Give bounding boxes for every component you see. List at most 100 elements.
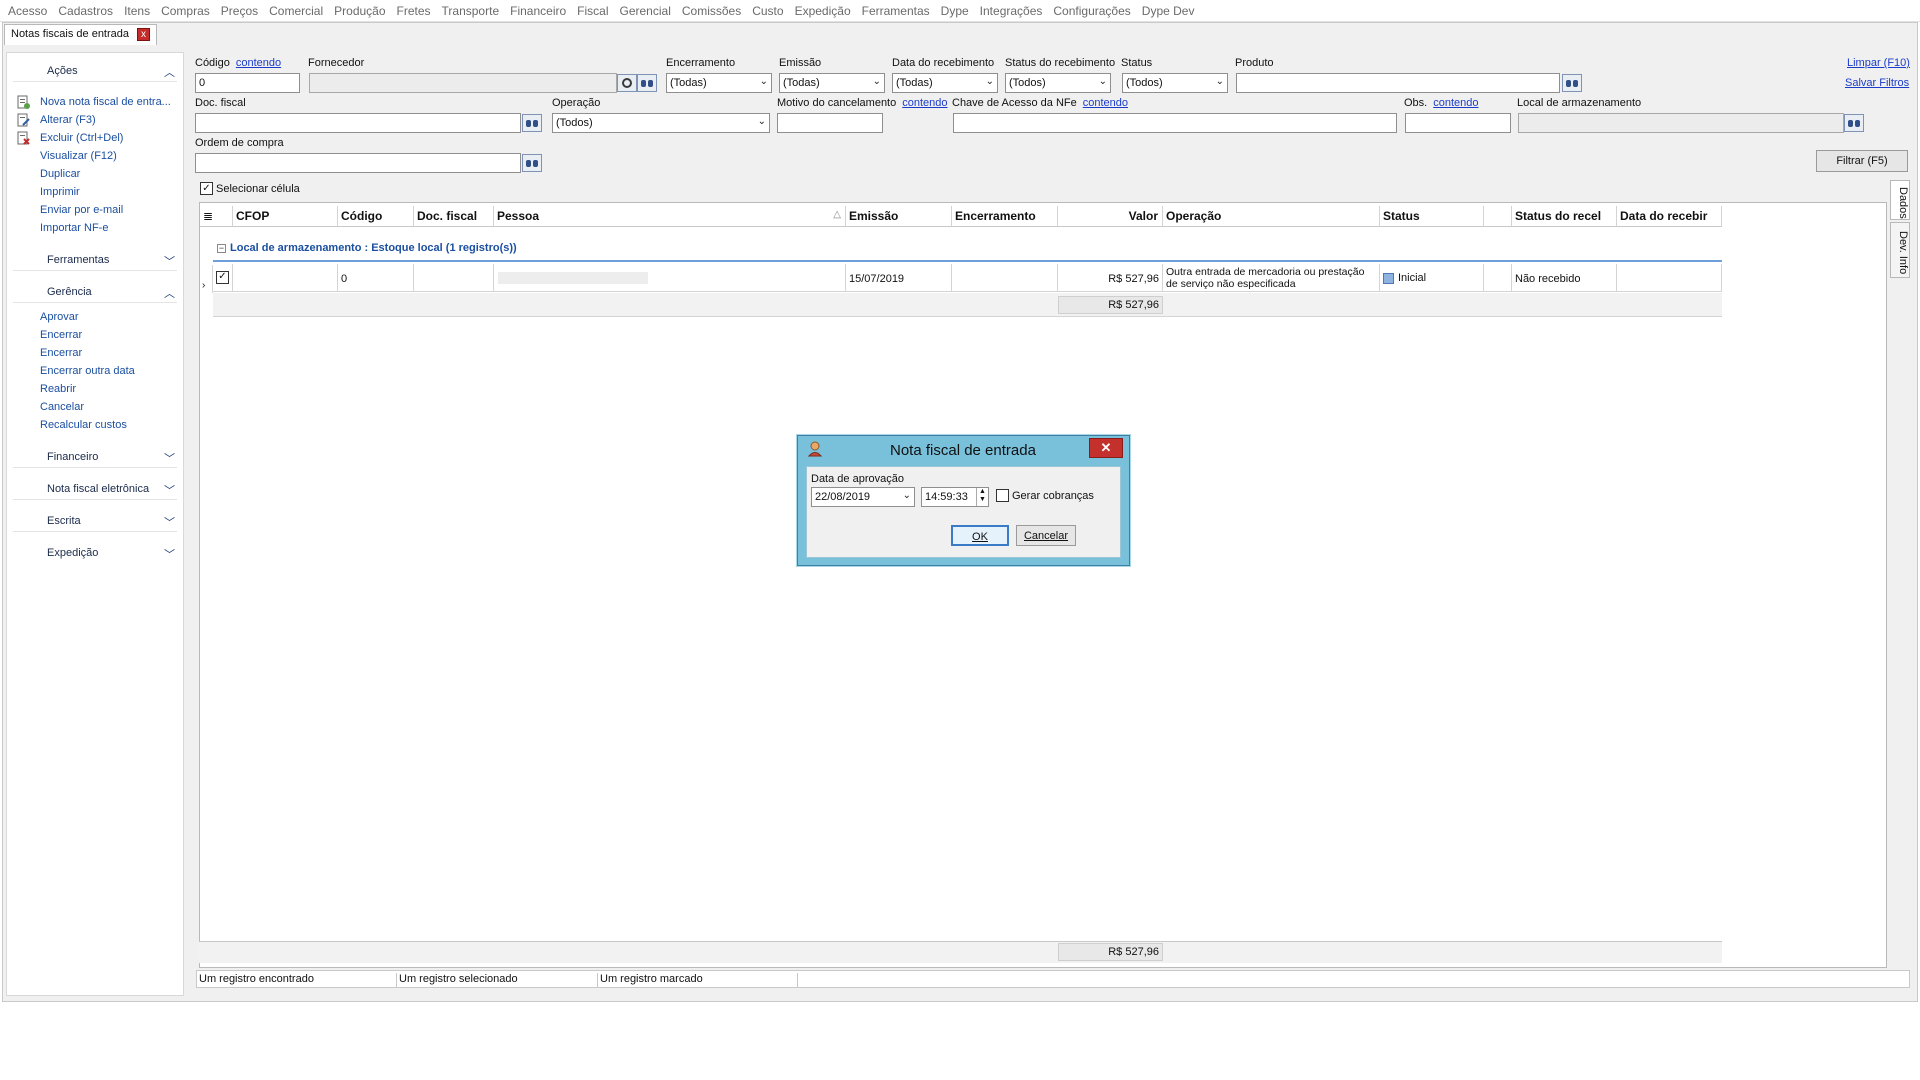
cancel-button[interactable]: Cancelar bbox=[1016, 525, 1076, 546]
column-header-cfop[interactable]: CFOP bbox=[233, 206, 338, 227]
sidebar-item-recalcular-custos[interactable]: Recalcular custos bbox=[40, 419, 127, 431]
operacao-select[interactable]: (Todos) ⌄ bbox=[552, 113, 770, 133]
menu-item-ferramentas[interactable]: Ferramentas bbox=[858, 4, 937, 18]
sidebar-item-enviar-email[interactable]: Enviar por e-mail bbox=[40, 204, 123, 216]
sidebar-item-cancelar[interactable]: Cancelar bbox=[40, 401, 84, 413]
chave-nfe-input[interactable] bbox=[953, 113, 1397, 133]
motivo-cancelamento-input[interactable] bbox=[777, 113, 883, 133]
column-header-operacao[interactable]: Operação bbox=[1163, 206, 1380, 227]
sidebar-section-acoes[interactable]: Ações ︿ bbox=[7, 60, 183, 82]
sidebar-item-reabrir[interactable]: Reabrir bbox=[40, 383, 76, 395]
doc-fiscal-input[interactable] bbox=[195, 113, 521, 133]
codigo-input[interactable]: 0 bbox=[195, 73, 300, 93]
sidebar-item-excluir[interactable]: Excluir (Ctrl+Del) bbox=[40, 132, 123, 144]
close-tab-icon[interactable]: x bbox=[137, 28, 151, 41]
menu-item-fiscal[interactable]: Fiscal bbox=[573, 4, 615, 18]
menu-item-cadastros[interactable]: Cadastros bbox=[54, 4, 120, 18]
collapse-group-icon[interactable]: − bbox=[217, 244, 226, 253]
sidebar-item-nova-nota[interactable]: Nova nota fiscal de entra... bbox=[40, 96, 171, 108]
select-cell-checkbox[interactable]: ✓ Selecionar célula bbox=[200, 182, 300, 195]
local-armazenamento-input[interactable] bbox=[1518, 113, 1844, 133]
sidebar-section-ferramentas[interactable]: Ferramentas ﹀ bbox=[7, 249, 183, 271]
row-checkbox[interactable]: ✓ bbox=[213, 264, 233, 292]
doc-fiscal-search-button[interactable] bbox=[522, 114, 542, 132]
menu-item-compras[interactable]: Compras bbox=[157, 4, 217, 18]
ordem-compra-input[interactable] bbox=[195, 153, 521, 173]
sidebar-section-expedicao[interactable]: Expedição ﹀ bbox=[7, 542, 183, 564]
produto-search-button[interactable] bbox=[1562, 74, 1582, 92]
sidebar-section-financeiro[interactable]: Financeiro ﹀ bbox=[7, 446, 183, 468]
ok-button[interactable]: OK bbox=[951, 525, 1009, 546]
column-header-blank[interactable] bbox=[1484, 206, 1512, 227]
produto-input[interactable] bbox=[1236, 73, 1560, 93]
filtrar-button[interactable]: Filtrar (F5) bbox=[1816, 150, 1908, 172]
data-aprovacao-picker[interactable]: 22/08/2019 ⌄ bbox=[811, 487, 915, 507]
dialog-close-button[interactable]: ✕ bbox=[1089, 438, 1123, 458]
data-recebimento-select[interactable]: (Todas) ⌄ bbox=[892, 73, 998, 93]
menu-item-custo[interactable]: Custo bbox=[748, 4, 790, 18]
menu-item-comercial[interactable]: Comercial bbox=[265, 4, 330, 18]
sidebar-item-importar-nfe[interactable]: Importar NF-e bbox=[40, 222, 108, 234]
column-header-doc-fiscal[interactable]: Doc. fiscal bbox=[414, 206, 494, 227]
menu-item-transporte[interactable]: Transporte bbox=[438, 4, 507, 18]
fornecedor-input[interactable] bbox=[309, 73, 617, 93]
menu-item-integracoes[interactable]: Integrações bbox=[976, 4, 1050, 18]
obs-contendo-link[interactable]: contendo bbox=[1433, 97, 1478, 109]
gerar-cobrancas-checkbox[interactable]: Gerar cobranças bbox=[996, 489, 1094, 502]
sidebar-item-imprimir[interactable]: Imprimir bbox=[40, 186, 80, 198]
fornecedor-search-button[interactable] bbox=[637, 74, 657, 92]
fornecedor-lookup-button[interactable] bbox=[617, 74, 637, 92]
group-row[interactable]: − Local de armazenamento : Estoque local… bbox=[213, 227, 1722, 262]
sidebar-item-encerrar-outra-data[interactable]: Encerrar outra data bbox=[40, 365, 135, 377]
document-tab[interactable]: Notas fiscais de entrada x bbox=[4, 24, 158, 45]
sidebar-item-encerrar-2[interactable]: Encerrar bbox=[40, 347, 82, 359]
column-header-valor[interactable]: Valor bbox=[1058, 206, 1163, 227]
chave-contendo-link[interactable]: contendo bbox=[1083, 97, 1128, 109]
menu-item-configuracoes[interactable]: Configurações bbox=[1049, 4, 1137, 18]
column-chooser[interactable]: ≣ bbox=[200, 206, 233, 227]
column-header-status-recebimento[interactable]: Status do recel bbox=[1512, 206, 1617, 227]
column-header-encerramento[interactable]: Encerramento bbox=[952, 206, 1058, 227]
codigo-contendo-link[interactable]: contendo bbox=[236, 57, 281, 69]
menu-item-comissoes[interactable]: Comissões bbox=[678, 4, 748, 18]
divider bbox=[13, 467, 177, 468]
status-select[interactable]: (Todos) ⌄ bbox=[1122, 73, 1228, 93]
encerramento-select[interactable]: (Todas) ⌄ bbox=[666, 73, 772, 93]
hora-aprovacao-input[interactable]: 14:59:33 ▲ ▼ bbox=[921, 487, 989, 507]
menu-item-dype-dev[interactable]: Dype Dev bbox=[1138, 4, 1202, 18]
motivo-contendo-link[interactable]: contendo bbox=[902, 97, 947, 109]
column-header-pessoa[interactable]: Pessoa △ bbox=[494, 206, 846, 227]
menu-item-fretes[interactable]: Fretes bbox=[393, 4, 438, 18]
menu-item-financeiro[interactable]: Financeiro bbox=[506, 4, 573, 18]
sidebar-item-encerrar[interactable]: Encerrar bbox=[40, 329, 82, 341]
menu-item-precos[interactable]: Preços bbox=[217, 4, 265, 18]
side-tab-dev-info[interactable]: Dev. Info bbox=[1890, 222, 1910, 278]
time-spinner-icon[interactable]: ▲ ▼ bbox=[976, 488, 988, 506]
column-header-codigo[interactable]: Código bbox=[338, 206, 414, 227]
sidebar-item-duplicar[interactable]: Duplicar bbox=[40, 168, 80, 180]
sidebar-item-aprovar[interactable]: Aprovar bbox=[40, 311, 79, 323]
status-recebimento-select[interactable]: (Todos) ⌄ bbox=[1005, 73, 1111, 93]
emissao-select[interactable]: (Todas) ⌄ bbox=[779, 73, 885, 93]
sidebar-item-alterar[interactable]: Alterar (F3) bbox=[40, 114, 96, 126]
side-tab-dados[interactable]: Dados bbox=[1890, 180, 1910, 220]
menu-item-itens[interactable]: Itens bbox=[120, 4, 157, 18]
sidebar-section-escrita[interactable]: Escrita ﹀ bbox=[7, 510, 183, 532]
menu-item-dype[interactable]: Dype bbox=[937, 4, 976, 18]
menu-item-acesso[interactable]: Acesso bbox=[4, 4, 54, 18]
sidebar-section-gerencia[interactable]: Gerência ︿ bbox=[7, 281, 183, 303]
obs-input[interactable] bbox=[1405, 113, 1511, 133]
sidebar-item-visualizar[interactable]: Visualizar (F12) bbox=[40, 150, 117, 162]
ordem-compra-search-button[interactable] bbox=[522, 154, 542, 172]
dialog-title-bar[interactable]: Nota fiscal de entrada ✕ bbox=[798, 436, 1129, 462]
menu-item-gerencial[interactable]: Gerencial bbox=[616, 4, 678, 18]
limpar-link[interactable]: Limpar (F10) bbox=[1847, 57, 1910, 69]
column-header-status[interactable]: Status bbox=[1380, 206, 1484, 227]
column-header-emissao[interactable]: Emissão bbox=[846, 206, 952, 227]
menu-item-expedicao[interactable]: Expedição bbox=[791, 4, 858, 18]
menu-item-producao[interactable]: Produção bbox=[330, 4, 392, 18]
column-header-data-recebimento[interactable]: Data do recebir bbox=[1617, 206, 1722, 227]
salvar-filtros-link[interactable]: Salvar Filtros bbox=[1845, 77, 1909, 89]
sidebar-section-nfe[interactable]: Nota fiscal eletrônica ﹀ bbox=[7, 478, 183, 500]
local-armazenamento-search-button[interactable] bbox=[1844, 114, 1864, 132]
